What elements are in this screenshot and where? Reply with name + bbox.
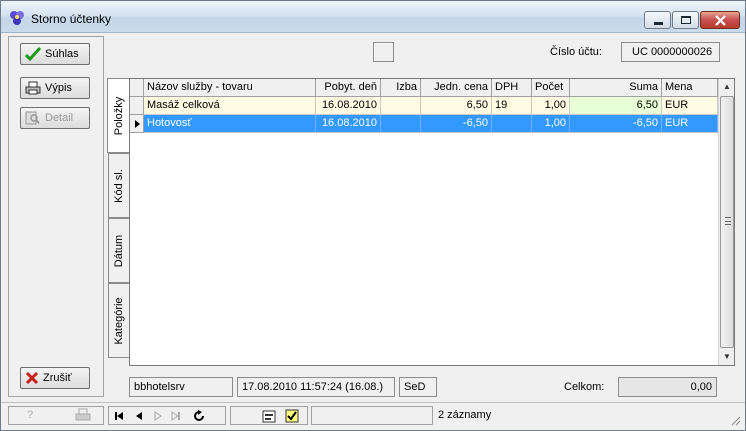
account-number-label: Číslo účtu: — [550, 46, 602, 58]
minimize-button[interactable] — [644, 11, 671, 29]
user-field: SeD — [399, 377, 437, 397]
current-row-arrow-icon — [135, 120, 140, 128]
resize-grip-icon[interactable] — [729, 414, 741, 426]
navigation-panel — [108, 406, 226, 425]
last-record-icon[interactable] — [171, 411, 181, 421]
total-label: Celkom: — [564, 381, 605, 393]
cancel-button-label: Zrušiť — [43, 372, 72, 384]
window-title: Storno účtenky — [31, 12, 112, 26]
print-button[interactable]: Výpis — [20, 77, 90, 99]
cell-room — [381, 97, 421, 115]
datetime-field: 17.08.2010 11:57:24 (16.08.) — [237, 377, 395, 397]
properties-icon[interactable] — [261, 408, 277, 424]
cancel-button[interactable]: Zrušiť — [20, 367, 90, 389]
status-panel-empty — [311, 406, 433, 425]
status-bar: ? 2 záznamy — [1, 402, 745, 430]
account-number-field: UC 0000000026 — [621, 42, 720, 62]
help-icon[interactable]: ? — [27, 409, 33, 421]
agree-button-label: Súhlas — [45, 48, 79, 60]
checkbox-checked-icon[interactable] — [285, 409, 299, 423]
scroll-up-icon[interactable]: ▲ — [719, 79, 735, 95]
storno-window: Storno účtenky Súhlas Výpis Detail Zruši… — [0, 0, 746, 431]
top-checkbox[interactable] — [373, 42, 394, 62]
row-indicator — [130, 97, 144, 115]
close-button[interactable] — [700, 11, 740, 29]
previous-record-icon[interactable] — [134, 411, 144, 421]
row-indicator — [130, 115, 144, 133]
cell-currency: EUR — [662, 97, 718, 115]
close-icon — [715, 15, 726, 26]
column-header-stay-day[interactable]: Pobyt. deň — [316, 79, 381, 97]
first-record-icon[interactable] — [114, 411, 124, 421]
tab-categories-label: Kategórie — [113, 296, 125, 345]
items-grid[interactable]: Názov služby - tovaru Pobyt. deň Izba Je… — [129, 78, 735, 366]
scroll-thumb[interactable] — [720, 96, 734, 348]
cell-service: Hotovosť — [144, 115, 316, 133]
column-header-sum[interactable]: Suma — [570, 79, 662, 97]
status-panel-help: ? — [8, 406, 104, 425]
app-icon — [10, 11, 24, 25]
tab-date[interactable]: Dátum — [108, 218, 129, 283]
agree-button[interactable]: Súhlas — [20, 43, 90, 65]
cell-unit-price: -6,50 — [421, 115, 492, 133]
printer-icon[interactable] — [75, 408, 91, 422]
cell-sum: -6,50 — [570, 115, 662, 133]
grid-header: Názov služby - tovaru Pobyt. deň Izba Je… — [130, 79, 718, 97]
tab-service-code-label: Kód sl. — [113, 168, 125, 203]
magnifier-icon — [25, 111, 40, 125]
scroll-down-icon[interactable]: ▼ — [719, 349, 735, 365]
column-header-service[interactable]: Názov služby - tovaru — [144, 79, 316, 97]
table-row[interactable]: Hotovosť 16.08.2010 -6,50 1,00 -6,50 EUR — [130, 115, 718, 133]
grip-icon — [725, 217, 731, 225]
column-header-vat[interactable]: DPH — [492, 79, 532, 97]
cell-count: 1,00 — [532, 115, 570, 133]
title-bar: Storno účtenky — [1, 1, 745, 33]
printer-icon — [25, 81, 41, 95]
cell-vat — [492, 115, 532, 133]
record-count: 2 záznamy — [438, 409, 492, 421]
detail-button-label: Detail — [45, 112, 74, 124]
maximize-button[interactable] — [672, 11, 699, 29]
checkmark-icon — [25, 47, 41, 61]
cell-sum: 6,50 — [570, 97, 662, 115]
next-record-icon[interactable] — [153, 411, 163, 421]
grid-vertical-scrollbar[interactable]: ▲ ▼ — [718, 79, 734, 365]
tab-items-label: Položky — [113, 96, 125, 135]
tab-service-code[interactable]: Kód sl. — [108, 153, 129, 218]
column-header-count[interactable]: Počet — [532, 79, 570, 97]
tab-date-label: Dátum — [113, 234, 125, 267]
tab-items[interactable]: Položky — [107, 78, 130, 153]
cell-unit-price: 6,50 — [421, 97, 492, 115]
cell-currency: EUR — [662, 115, 718, 133]
refresh-icon[interactable] — [193, 410, 205, 422]
column-header-unit-price[interactable]: Jedn. cena — [421, 79, 492, 97]
cross-icon — [25, 371, 39, 385]
cell-stay-day: 16.08.2010 — [316, 115, 381, 133]
cell-vat: 19 — [492, 97, 532, 115]
server-field: bbhotelsrv — [129, 377, 233, 397]
header-indicator — [130, 79, 144, 97]
cell-room — [381, 115, 421, 133]
table-row[interactable]: Masáž celková 16.08.2010 6,50 19 1,00 6,… — [130, 97, 718, 115]
tab-categories[interactable]: Kategórie — [108, 283, 129, 358]
cell-count: 1,00 — [532, 97, 570, 115]
column-header-currency[interactable]: Mena — [662, 79, 718, 97]
total-value: 0,00 — [618, 377, 717, 397]
print-button-label: Výpis — [45, 82, 72, 94]
column-header-room[interactable]: Izba — [381, 79, 421, 97]
tools-panel — [230, 406, 308, 425]
cell-stay-day: 16.08.2010 — [316, 97, 381, 115]
action-panel: Súhlas Výpis Detail Zrušiť — [8, 36, 104, 397]
maximize-icon — [681, 16, 691, 24]
cell-service: Masáž celková — [144, 97, 316, 115]
minimize-icon — [654, 22, 663, 25]
detail-button[interactable]: Detail — [20, 107, 90, 129]
